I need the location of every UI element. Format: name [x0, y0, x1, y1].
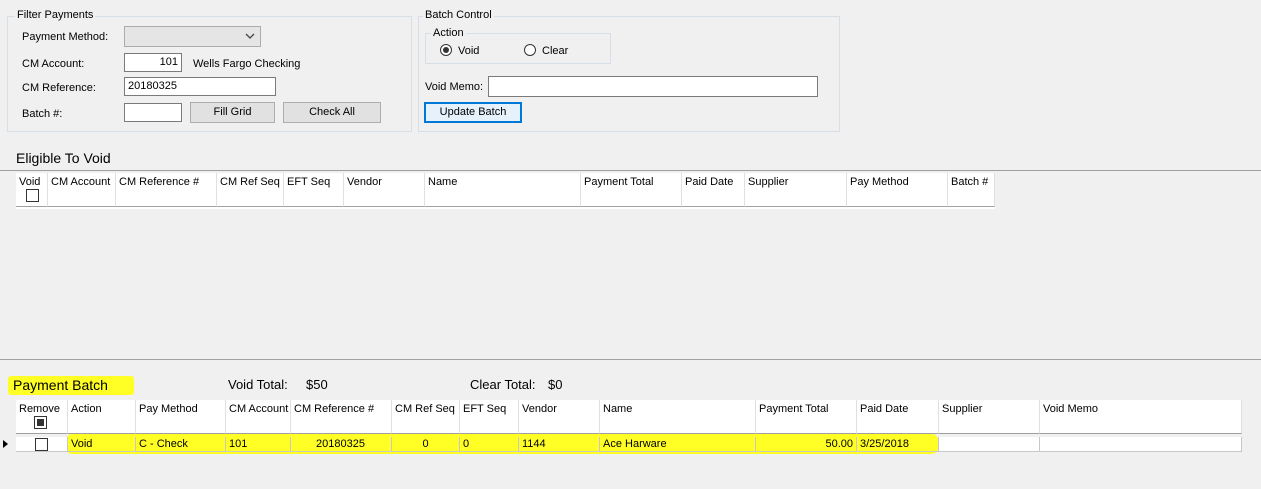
chevron-down-icon: [245, 33, 255, 39]
batch-number-field[interactable]: [124, 103, 182, 122]
payment-method-label: Payment Method:: [22, 31, 109, 43]
eligible-divider-bottom: [0, 359, 1261, 360]
cm-account-name: Wells Fargo Checking: [193, 58, 301, 70]
batch-col-void-memo[interactable]: Void Memo: [1040, 400, 1242, 434]
eligible-col-cm-ref-seq[interactable]: CM Ref Seq: [217, 173, 284, 207]
payment-batch-title: Payment Batch: [13, 377, 108, 393]
batch-col-pay-method[interactable]: Pay Method: [136, 400, 226, 434]
batch-col-eft-seq[interactable]: EFT Seq: [460, 400, 519, 434]
batch-control-legend: Batch Control: [423, 9, 494, 21]
cm-reference-field[interactable]: 20180325: [124, 77, 276, 96]
eligible-col-vendor[interactable]: Vendor: [344, 173, 425, 207]
eligible-col-supplier[interactable]: Supplier: [745, 173, 847, 207]
row-paid-date[interactable]: 3/25/2018: [857, 437, 939, 452]
eligible-col-cm-reference[interactable]: CM Reference #: [116, 173, 217, 207]
row-eft-seq[interactable]: 0: [460, 437, 519, 452]
eligible-to-void-title: Eligible To Void: [16, 150, 111, 166]
row-cm-account[interactable]: 101: [226, 437, 291, 452]
row-action[interactable]: Void: [68, 437, 136, 452]
batch-col-cm-account[interactable]: CM Account: [226, 400, 291, 434]
action-legend: Action: [431, 27, 466, 39]
filter-payments-legend: Filter Payments: [15, 9, 96, 21]
batch-col-supplier[interactable]: Supplier: [939, 400, 1040, 434]
void-memo-label: Void Memo:: [425, 81, 484, 93]
row-name[interactable]: Ace Harware: [600, 437, 756, 452]
batch-col-cm-ref-seq[interactable]: CM Ref Seq: [392, 400, 460, 434]
cm-account-label: CM Account:: [22, 58, 85, 70]
fill-grid-button[interactable]: Fill Grid: [190, 102, 275, 123]
row-supplier[interactable]: [939, 437, 1040, 452]
row-payment-total[interactable]: 50.00: [756, 437, 857, 452]
batch-col-paid-date[interactable]: Paid Date: [857, 400, 939, 434]
eligible-divider-top: [0, 170, 1261, 171]
batch-col-payment-total[interactable]: Payment Total: [756, 400, 857, 434]
eligible-col-void-label: Void: [19, 176, 41, 188]
eligible-col-paid-date[interactable]: Paid Date: [682, 173, 745, 207]
void-radio-label[interactable]: Void: [458, 45, 479, 57]
row-cm-ref-seq[interactable]: 0: [392, 437, 460, 452]
batch-col-action[interactable]: Action: [68, 400, 136, 434]
batch-col-remove-label: Remove: [19, 403, 60, 415]
row-void-memo[interactable]: [1040, 437, 1242, 452]
batch-col-remove[interactable]: Remove: [16, 400, 68, 434]
eligible-col-void[interactable]: Void: [16, 173, 48, 207]
table-row[interactable]: Void C - Check 101 20180325 0 0 1144 Ace…: [16, 437, 1242, 452]
eligible-grid[interactable]: Void CM Account CM Reference # CM Ref Se…: [16, 173, 995, 209]
eligible-col-cm-account[interactable]: CM Account: [48, 173, 116, 207]
eligible-select-all-checkbox[interactable]: [26, 189, 39, 202]
eligible-col-batch[interactable]: Batch #: [948, 173, 995, 207]
batch-number-label: Batch #:: [22, 108, 63, 120]
check-all-button[interactable]: Check All: [283, 102, 381, 123]
batch-col-cm-reference[interactable]: CM Reference #: [291, 400, 392, 434]
eligible-col-payment-total[interactable]: Payment Total: [581, 173, 682, 207]
update-batch-button[interactable]: Update Batch: [424, 102, 522, 123]
row-cm-reference[interactable]: 20180325: [291, 437, 392, 452]
payment-method-dropdown[interactable]: [124, 26, 261, 47]
batch-select-all-checkbox[interactable]: [34, 416, 47, 429]
void-radio[interactable]: [440, 44, 452, 56]
eligible-col-eft-seq[interactable]: EFT Seq: [284, 173, 344, 207]
payment-batch-grid[interactable]: Remove Action Pay Method CM Account CM R…: [16, 400, 1242, 434]
void-total-value: $50: [306, 377, 328, 392]
void-memo-field[interactable]: [488, 76, 818, 97]
current-row-arrow-icon: [3, 440, 8, 448]
eligible-col-name[interactable]: Name: [425, 173, 581, 207]
row-remove-cell: [16, 437, 68, 452]
batch-col-name[interactable]: Name: [600, 400, 756, 434]
clear-total-value: $0: [548, 377, 563, 392]
batch-col-vendor[interactable]: Vendor: [519, 400, 600, 434]
clear-radio[interactable]: [524, 44, 536, 56]
clear-total-label: Clear Total:: [470, 377, 536, 392]
row-remove-checkbox[interactable]: [35, 438, 48, 451]
cm-reference-label: CM Reference:: [22, 82, 96, 94]
row-pay-method[interactable]: C - Check: [136, 437, 226, 452]
eligible-col-pay-method[interactable]: Pay Method: [847, 173, 948, 207]
cm-account-field[interactable]: 101: [124, 53, 182, 72]
void-total-label: Void Total:: [228, 377, 288, 392]
row-vendor[interactable]: 1144: [519, 437, 600, 452]
clear-radio-label[interactable]: Clear: [542, 45, 568, 57]
